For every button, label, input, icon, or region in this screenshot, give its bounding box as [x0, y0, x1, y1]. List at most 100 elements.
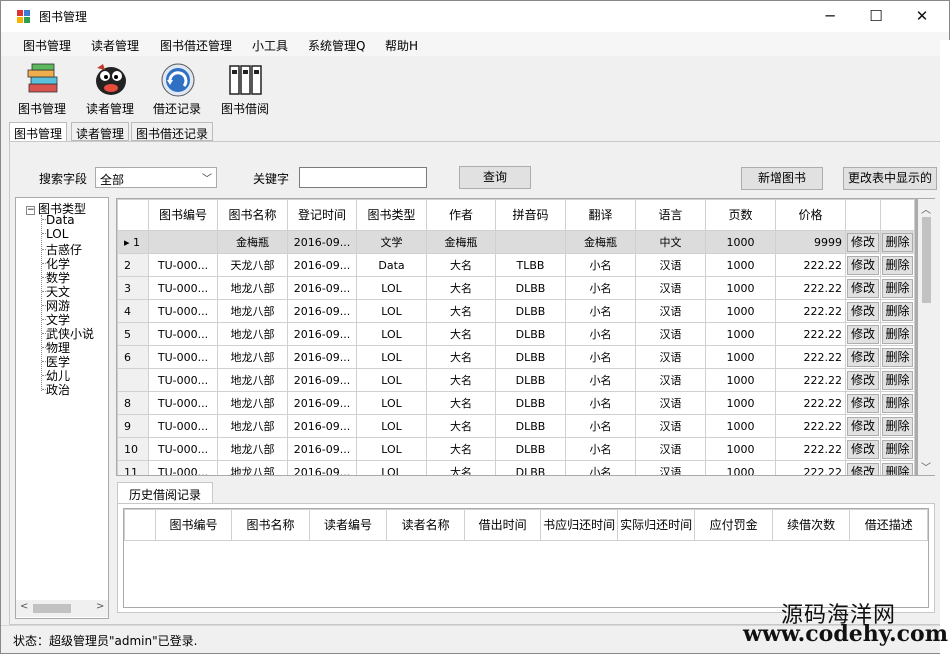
column-header[interactable]: 图书类型: [356, 199, 427, 231]
edit-button[interactable]: 修改: [847, 278, 879, 298]
column-header[interactable]: 作者: [426, 199, 496, 231]
table-cell[interactable]: 2016-09...: [287, 460, 357, 475]
table-cell[interactable]: 222.22: [775, 253, 846, 277]
edit-button[interactable]: 修改: [847, 324, 879, 344]
table-cell[interactable]: 大名: [426, 368, 496, 392]
row-header[interactable]: 10: [117, 437, 149, 461]
scroll-left-icon[interactable]: <: [20, 601, 28, 612]
delete-button[interactable]: 删除: [882, 462, 913, 475]
table-cell[interactable]: 文学: [356, 230, 427, 254]
maximize-button[interactable]: ☐: [853, 1, 899, 32]
edit-button[interactable]: 修改: [847, 347, 879, 367]
table-cell[interactable]: 222.22: [775, 391, 846, 415]
history-column-header[interactable]: 读者名称: [386, 509, 465, 541]
table-cell[interactable]: 小名: [565, 322, 636, 346]
table-cell[interactable]: 汉语: [635, 253, 706, 277]
table-cell[interactable]: 汉语: [635, 391, 706, 415]
table-cell[interactable]: 地龙八部: [217, 414, 288, 438]
table-cell[interactable]: 地龙八部: [217, 276, 288, 300]
table-cell[interactable]: 大名: [426, 253, 496, 277]
tab-borrow-records[interactable]: 图书借还记录: [131, 122, 214, 141]
table-cell[interactable]: TU-000...: [148, 322, 218, 346]
table-cell[interactable]: TU-000...: [148, 437, 218, 461]
table-cell[interactable]: 9999: [775, 230, 846, 254]
table-cell[interactable]: DLBB: [495, 345, 566, 369]
delete-button[interactable]: 删除: [882, 301, 913, 321]
table-cell[interactable]: 222.22: [775, 299, 846, 323]
minimize-button[interactable]: ─: [807, 1, 853, 32]
grid-vertical-scrollbar[interactable]: ︿ ﹀: [918, 199, 935, 475]
scroll-right-icon[interactable]: >: [96, 601, 104, 612]
row-header[interactable]: 3: [117, 276, 149, 300]
table-cell[interactable]: LOL: [356, 437, 427, 461]
delete-button[interactable]: 删除: [882, 324, 913, 344]
table-cell[interactable]: 地龙八部: [217, 391, 288, 415]
table-cell[interactable]: 1000: [705, 253, 776, 277]
row-header[interactable]: 2: [117, 253, 149, 277]
table-cell[interactable]: 大名: [426, 460, 496, 475]
collapse-icon[interactable]: −: [26, 206, 35, 215]
table-cell[interactable]: 金梅瓶: [217, 230, 288, 254]
menu-help[interactable]: 帮助H: [385, 37, 418, 54]
delete-button[interactable]: 删除: [882, 347, 913, 367]
row-header[interactable]: 8: [117, 391, 149, 415]
column-header[interactable]: 语言: [635, 199, 706, 231]
row-header[interactable]: 11: [117, 460, 149, 475]
table-row[interactable]: TU-000... 地龙八部 2016-09... LOL 大名 DLBB 小名 汉语 1000…: [117, 368, 915, 392]
history-column-header[interactable]: 实际归还时间: [616, 509, 696, 541]
history-column-header[interactable]: 书应归还时间: [540, 509, 618, 541]
table-cell[interactable]: 1000: [705, 299, 776, 323]
table-cell[interactable]: 1000: [705, 437, 776, 461]
table-row[interactable]: 10 TU-000... 地龙八部 2016-09... LOL 大名 DLBB 小名 汉语 10…: [117, 437, 915, 461]
table-cell[interactable]: 金梅瓶: [565, 230, 636, 254]
delete-button[interactable]: 删除: [882, 232, 913, 252]
table-cell[interactable]: TU-000...: [148, 276, 218, 300]
edit-button[interactable]: 修改: [847, 232, 879, 252]
row-header[interactable]: 5: [117, 322, 149, 346]
scroll-down-icon[interactable]: ﹀: [921, 459, 931, 474]
table-cell[interactable]: 汉语: [635, 437, 706, 461]
scroll-thumb[interactable]: [922, 217, 931, 303]
tree-horizontal-scrollbar[interactable]: < >: [16, 600, 108, 617]
table-cell[interactable]: 222.22: [775, 368, 846, 392]
column-header[interactable]: 拼音码: [495, 199, 566, 231]
column-header[interactable]: 页数: [705, 199, 776, 231]
table-cell[interactable]: 222.22: [775, 322, 846, 346]
edit-button[interactable]: 修改: [847, 301, 879, 321]
menu-reader-management[interactable]: 读者管理: [91, 37, 139, 54]
table-cell[interactable]: 2016-09...: [287, 253, 357, 277]
table-row[interactable]: 9 TU-000... 地龙八部 2016-09... LOL 大名 DLBB 小名 汉语 100…: [117, 414, 915, 438]
delete-button[interactable]: 删除: [882, 255, 913, 275]
edit-button[interactable]: 修改: [847, 370, 879, 390]
edit-button[interactable]: 修改: [847, 416, 879, 436]
table-cell[interactable]: 小名: [565, 276, 636, 300]
table-cell[interactable]: 汉语: [635, 368, 706, 392]
table-cell[interactable]: 2016-09...: [287, 437, 357, 461]
table-cell[interactable]: 地龙八部: [217, 299, 288, 323]
table-cell[interactable]: LOL: [356, 345, 427, 369]
table-cell[interactable]: 大名: [426, 437, 496, 461]
edit-button[interactable]: 修改: [847, 439, 879, 459]
table-cell[interactable]: 汉语: [635, 322, 706, 346]
row-header[interactable]: ▸ 1: [117, 230, 149, 254]
table-cell[interactable]: DLBB: [495, 368, 566, 392]
table-cell[interactable]: 汉语: [635, 414, 706, 438]
table-cell[interactable]: 小名: [565, 299, 636, 323]
table-cell[interactable]: DLBB: [495, 299, 566, 323]
table-cell[interactable]: 2016-09...: [287, 322, 357, 346]
table-cell[interactable]: 大名: [426, 414, 496, 438]
table-cell[interactable]: 1000: [705, 460, 776, 475]
table-row[interactable]: 5 TU-000... 地龙八部 2016-09... LOL 大名 DLBB 小名 汉语 100…: [117, 322, 915, 346]
table-cell[interactable]: 汉语: [635, 299, 706, 323]
table-cell[interactable]: LOL: [356, 299, 427, 323]
edit-button[interactable]: 修改: [847, 393, 879, 413]
toolbar-book-management[interactable]: 图书管理: [13, 60, 71, 116]
row-header[interactable]: [117, 368, 149, 392]
table-cell[interactable]: TU-000...: [148, 299, 218, 323]
table-cell[interactable]: DLBB: [495, 414, 566, 438]
menu-book-management[interactable]: 图书管理: [23, 37, 71, 54]
table-cell[interactable]: Data: [356, 253, 427, 277]
table-cell[interactable]: 小名: [565, 368, 636, 392]
delete-button[interactable]: 删除: [882, 370, 913, 390]
table-cell[interactable]: TU-000...: [148, 368, 218, 392]
